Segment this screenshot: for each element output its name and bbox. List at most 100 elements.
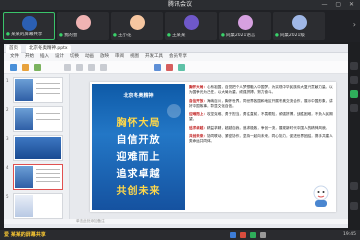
textbox-icon[interactable] xyxy=(178,64,185,71)
meeting-icon[interactable] xyxy=(250,232,256,238)
participant-name-text: 王某某 xyxy=(171,33,186,38)
tab-document[interactable]: 北京冬奥精神.pptx xyxy=(26,45,71,53)
new-slide-icon[interactable] xyxy=(22,64,29,71)
participant-name-text: 某某的屏幕共享 xyxy=(10,32,43,37)
slogan: 迎难而上 xyxy=(116,152,161,163)
participant-name-text: 同桌2021语言 xyxy=(225,33,256,38)
window-controls[interactable]: — ▢ ✕ xyxy=(321,0,357,10)
avatar xyxy=(184,15,199,30)
mic-icon: ● xyxy=(221,33,225,38)
slide-number: 3 xyxy=(6,136,9,141)
mic-icon: ● xyxy=(167,33,171,38)
slide-number: 1 xyxy=(6,78,9,83)
participant-name-text: 同桌2021级 xyxy=(279,33,305,38)
participant-tile[interactable]: ●我的会 xyxy=(57,12,109,40)
menu-item[interactable]: 动画 xyxy=(85,54,94,59)
align-icon[interactable] xyxy=(100,64,107,71)
participant-tile[interactable]: ●某某的屏幕共享 xyxy=(3,12,55,40)
chat-icon[interactable] xyxy=(350,62,358,70)
clock: 19:45 xyxy=(343,232,356,237)
slide-paragraph: 胸怀大局：心系祖国，自觉把个人梦想融入中国梦，为实现中华民族伟大复兴贡献力量。以… xyxy=(189,85,333,96)
record-icon[interactable] xyxy=(350,104,358,112)
document-tabs: 首页 北京冬奥精神.pptx xyxy=(4,44,348,53)
participant-tile[interactable]: ●王某某 xyxy=(165,12,217,40)
thumbnail-line xyxy=(36,88,60,89)
thumbnail-image xyxy=(15,137,61,159)
wps-presentation-app: 首页 北京冬奥精神.pptx 文件 开始 插入 设计 切换 动画 放映 审阅 视图 开发工具 会员专… xyxy=(4,44,348,228)
menu-item[interactable]: 插入 xyxy=(40,54,49,59)
italic-icon[interactable] xyxy=(88,64,95,71)
thumbnail-line xyxy=(36,177,60,178)
shape-icon[interactable] xyxy=(154,64,161,71)
slide-thumbnail[interactable] xyxy=(13,106,63,132)
participant-name: ●我的会 xyxy=(59,33,107,39)
tab-home[interactable]: 首页 xyxy=(6,45,21,53)
sticker-icon xyxy=(313,185,329,207)
thumbnail-image xyxy=(15,166,33,188)
picture-icon[interactable] xyxy=(166,64,173,71)
thumbnail-line xyxy=(36,173,60,174)
participant-name: ●王小花 xyxy=(113,33,161,39)
members-icon[interactable] xyxy=(350,76,358,84)
slide-thumbnail-pane: 1 2 3 4 5 xyxy=(4,74,70,219)
thumbnail-line xyxy=(36,113,60,114)
thumbnail-line xyxy=(36,119,60,120)
mic-icon: ● xyxy=(59,33,63,38)
bold-icon[interactable] xyxy=(76,64,83,71)
paragraph-lead: 胸怀大局： xyxy=(189,85,207,89)
settings-icon[interactable] xyxy=(350,182,358,190)
menu-item[interactable]: 视图 xyxy=(130,54,139,59)
menu-item[interactable]: 审阅 xyxy=(115,54,124,59)
slide-thumbnail[interactable] xyxy=(13,193,63,219)
slide-thumbnail-selected[interactable] xyxy=(13,164,63,190)
avatar xyxy=(76,15,91,30)
slogan: 自信开放 xyxy=(116,135,161,146)
participant-tile[interactable]: ●同桌2021级 xyxy=(273,12,325,40)
menu-item[interactable]: 开始 xyxy=(25,54,34,59)
slide-poster: 北京冬奥精神 胸怀大局 自信开放 迎难而上 追求卓越 共创未来 xyxy=(92,84,185,210)
participant-tile[interactable]: ●王小花 xyxy=(111,12,163,40)
slogan: 胸怀大局 xyxy=(116,118,161,129)
sharing-label: 爱 某某的屏幕共享 xyxy=(4,232,46,238)
participant-tile[interactable]: ●同桌2021语言 xyxy=(219,12,271,40)
menu-item[interactable]: 切换 xyxy=(70,54,79,59)
slide-thumbnail[interactable] xyxy=(13,135,63,161)
menu-item[interactable]: 文件 xyxy=(10,54,19,59)
taskbar: 爱 某某的屏幕共享 19:45 xyxy=(0,230,360,240)
slide-thumbnail[interactable] xyxy=(13,77,63,103)
slogan: 共创未来 xyxy=(116,186,161,197)
menu-item[interactable]: 放映 xyxy=(100,54,109,59)
mic-icon: ● xyxy=(6,32,10,37)
current-slide[interactable]: 北京冬奥精神 胸怀大局 自信开放 迎难而上 追求卓越 共创未来 胸怀大局：心系祖… xyxy=(90,82,336,212)
chevron-right-icon[interactable]: › xyxy=(353,20,356,29)
thumbnail-line xyxy=(36,83,60,84)
share-icon[interactable] xyxy=(350,90,358,98)
layout-icon[interactable] xyxy=(34,64,41,71)
menu-item[interactable]: 开发工具 xyxy=(145,54,163,59)
menu-bar: 文件 开始 插入 设计 切换 动画 放映 审阅 视图 开发工具 会员专享 xyxy=(4,53,348,61)
slide-canvas: 北京冬奥精神 胸怀大局 自信开放 迎难而上 追求卓越 共创未来 胸怀大局：心系祖… xyxy=(70,74,348,219)
avatar xyxy=(130,15,145,30)
thumbnail-line xyxy=(36,181,60,182)
thumbnail-image xyxy=(15,108,33,130)
avatar xyxy=(22,16,37,31)
meeting-window: 腾讯会议 — ▢ ✕ › ●某某的屏幕共享 ●我的会 ●王小花 ●王某某 ●同桌2021… xyxy=(0,0,360,240)
menu-item[interactable]: 会员专享 xyxy=(169,54,187,59)
more-icon[interactable] xyxy=(350,202,358,210)
slide-paragraph: 追求卓越：精益求精，超越自我，追求极致，争创一流，展现新时代中国人的精神风貌。 xyxy=(189,126,333,131)
folder-icon[interactable] xyxy=(260,232,266,238)
paragraph-text: 精益求精，超越自我，追求极致，争创一流，展现新时代中国人的精神风貌。 xyxy=(206,125,330,130)
font-icon[interactable] xyxy=(64,64,71,71)
wps-icon[interactable] xyxy=(240,232,246,238)
participant-name: ●同桌2021级 xyxy=(275,33,323,39)
thumbnail-image xyxy=(15,79,33,101)
paragraph-text: 协同联动、紧密协作，坚持一起向未来，同心协力，促进世界团结，携手共建人类命运共同… xyxy=(189,134,333,144)
meeting-side-controls xyxy=(348,42,360,230)
browser-icon[interactable] xyxy=(230,232,236,238)
paragraph-lead: 追求卓越： xyxy=(189,125,207,130)
title-bar: 腾讯会议 — ▢ ✕ xyxy=(0,0,360,10)
menu-item[interactable]: 设计 xyxy=(55,54,64,59)
slide-number: 5 xyxy=(6,194,9,199)
participant-name: ●某某的屏幕共享 xyxy=(6,32,52,38)
paste-icon[interactable] xyxy=(10,64,17,71)
